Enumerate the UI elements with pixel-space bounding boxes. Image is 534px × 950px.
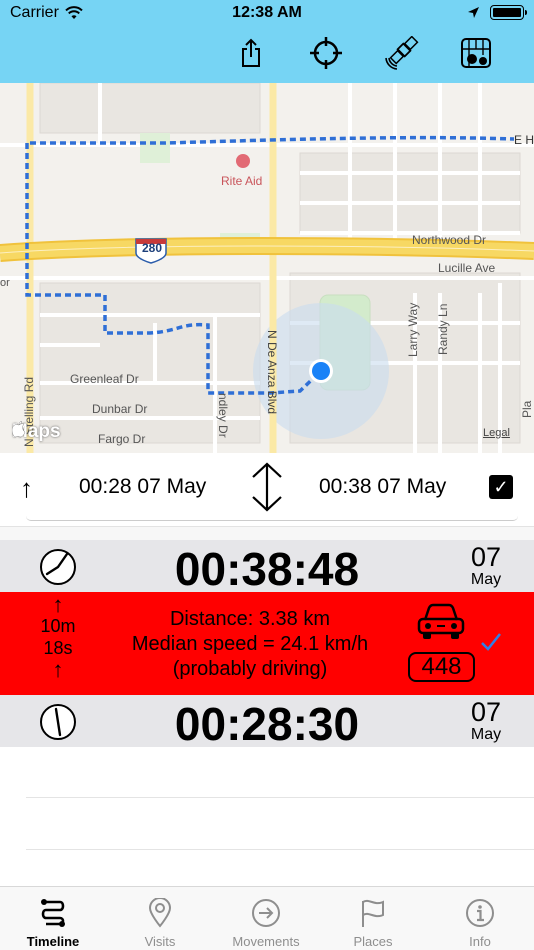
- tab-info[interactable]: Info: [427, 887, 533, 950]
- range-end-time[interactable]: 00:38 07 May: [319, 475, 446, 499]
- location-arrow-icon: [468, 7, 479, 18]
- arrow-circle-icon: [252, 899, 280, 927]
- status-time: 12:38 AM: [232, 4, 302, 21]
- movement-entry[interactable]: ↑ 10m 18s ↑ Distance: 3.38 km Median spe…: [0, 592, 534, 695]
- map-label-edge-pla: Pla: [520, 400, 534, 418]
- list-divider: [26, 797, 534, 798]
- tab-timeline[interactable]: Timeline: [0, 887, 106, 950]
- battery-icon: [490, 5, 527, 20]
- duration-arrow-bottom: ↑: [52, 657, 64, 683]
- status-right: [467, 5, 527, 20]
- point-count-badge: 448: [408, 652, 475, 682]
- timeline-start-entry[interactable]: 00:28:30 07 May: [0, 695, 534, 750]
- tab-places[interactable]: Places: [320, 887, 426, 950]
- map-label-280: 280: [141, 241, 163, 255]
- selected-check-icon: [481, 633, 501, 651]
- entry-time: 00:28:30: [174, 698, 360, 750]
- duration-seconds: 18s: [43, 637, 73, 658]
- list-divider: [26, 849, 534, 850]
- tab-label: Movements: [232, 934, 300, 949]
- apple-logo-icon: [12, 421, 26, 438]
- up-down-arrow-icon: [252, 462, 282, 512]
- entry-month: May: [470, 571, 502, 588]
- apple-maps-logo: Maps: [12, 421, 61, 443]
- movement-details: Distance: 3.38 km Median speed = 24.1 km…: [100, 607, 400, 682]
- movement-mode: (probably driving): [172, 658, 328, 680]
- legal-link[interactable]: Legal: [483, 427, 510, 439]
- satellite-button[interactable]: [385, 36, 419, 70]
- timeline-end-entry[interactable]: 00:38:48 07 May: [0, 540, 534, 595]
- movement-speed: Median speed = 24.1 km/h: [131, 633, 369, 655]
- map-label-lucille: Lucille Ave: [438, 261, 496, 275]
- tab-label: Timeline: [26, 934, 80, 949]
- locate-button[interactable]: [309, 36, 343, 70]
- pin-icon: [148, 898, 172, 928]
- selector-divider: [26, 516, 518, 521]
- map-label-e-ho: E Ho: [514, 133, 534, 147]
- app-root: Carrier 12:38 AM E H Rite Aid 280 Northw…: [0, 0, 534, 950]
- tab-visits[interactable]: Visits: [107, 887, 213, 950]
- map-label-ndley: ndley Dr: [216, 393, 230, 438]
- map-label-larry-way: Larry Way: [406, 302, 420, 357]
- map-label-fargo: Fargo Dr: [98, 432, 146, 446]
- range-checkbox[interactable]: ✓: [489, 475, 513, 499]
- duration-arrow-up: ↑: [52, 592, 64, 617]
- share-button[interactable]: [234, 36, 268, 70]
- timeline-icon: [41, 899, 65, 927]
- entry-month: May: [470, 726, 502, 743]
- tab-label: Places: [353, 934, 393, 949]
- section-separator: [0, 526, 534, 540]
- entry-time: 00:38:48: [174, 543, 360, 595]
- entry-day: 07: [470, 542, 502, 572]
- flag-icon: [362, 899, 384, 927]
- tab-label: Info: [469, 934, 491, 949]
- map-label-greenleaf: Greenleaf Dr: [70, 372, 139, 386]
- entry-day: 07: [470, 697, 502, 727]
- movement-distance: Distance: 3.38 km: [169, 608, 331, 630]
- car-icon: [417, 603, 465, 639]
- info-icon: [466, 899, 494, 927]
- map-label-northwood: Northwood Dr: [412, 233, 487, 247]
- movement-duration: ↑ 10m 18s ↑: [30, 594, 86, 681]
- tab-label: Visits: [144, 934, 176, 949]
- top-bar: Carrier 12:38 AM: [0, 0, 534, 83]
- map-layers-icon: [461, 38, 491, 68]
- sort-direction-button[interactable]: ↑: [20, 473, 33, 504]
- map-label-randy-ln: Randy Ln: [436, 303, 450, 355]
- duration-minutes: 10m: [40, 616, 76, 636]
- swap-range-button[interactable]: [248, 461, 286, 513]
- map-label-n-de-anza: N De Anza Blvd: [265, 330, 279, 415]
- locate-crosshair-icon: [310, 37, 342, 69]
- tab-bar: Timeline Visits Movements Places Info: [0, 886, 534, 950]
- map-label-edge-or: or: [0, 277, 10, 289]
- share-icon: [242, 38, 260, 67]
- map-label-rite-aid: Rite Aid: [221, 174, 263, 188]
- map-label-dunbar: Dunbar Dr: [92, 402, 148, 416]
- tab-movements[interactable]: Movements: [213, 887, 319, 950]
- map-view[interactable]: E Ho Rite Aid 280 Northwood Dr Lucille A…: [0, 83, 534, 453]
- map-layers-button[interactable]: [459, 36, 493, 70]
- time-range-selector: ↑ 00:28 07 May 00:38 07 May ✓: [0, 453, 534, 523]
- satellite-icon: [385, 36, 419, 70]
- range-start-time[interactable]: 00:28 07 May: [79, 475, 206, 499]
